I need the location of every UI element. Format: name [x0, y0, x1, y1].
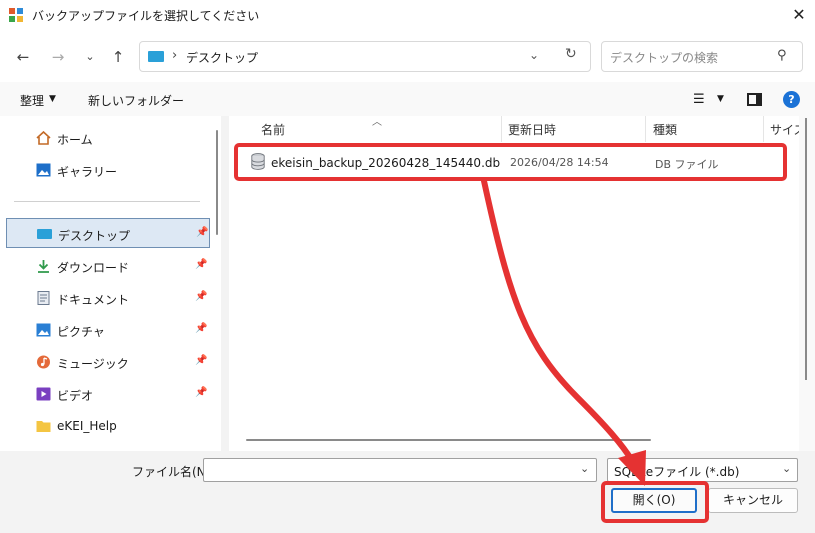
caret-down-icon[interactable]: ▼ [717, 94, 724, 104]
column-header-size[interactable]: サイズ [770, 121, 799, 138]
pin-icon[interactable]: 📌 [195, 259, 207, 270]
nav-item-pictures[interactable]: ピクチャ 📌 [6, 315, 210, 345]
preview-pane-icon[interactable] [747, 93, 762, 106]
back-button[interactable]: ← [12, 46, 34, 68]
nav-item-label: ホーム [57, 133, 93, 147]
close-button[interactable]: ✕ [786, 3, 812, 27]
cancel-button[interactable]: キャンセル [708, 488, 798, 513]
pin-icon[interactable]: 📌 [195, 291, 207, 302]
nav-item-label: ドキュメント [57, 293, 130, 307]
nav-item-label: ミュージック [57, 357, 129, 371]
nav-item-label: ピクチャ [57, 325, 105, 339]
highlight-box-file [234, 143, 787, 181]
desktop-icon [37, 229, 52, 239]
recent-locations-button[interactable]: ⌄ [79, 46, 101, 68]
search-placeholder: デスクトップの検索 [610, 51, 719, 65]
pictures-icon [36, 323, 51, 337]
file-type-filter-value: SQLiteファイル (*.db) [614, 465, 740, 479]
nav-item-label: eKEI_Help [57, 419, 117, 433]
document-icon [37, 291, 50, 305]
forward-button[interactable]: → [47, 46, 69, 68]
chevron-down-icon: ⌄ [85, 50, 95, 63]
refresh-icon[interactable]: ↻ [565, 46, 577, 62]
music-icon [37, 355, 50, 369]
nav-item-videos[interactable]: ビデオ 📌 [6, 379, 210, 409]
nav-item-label: ギャラリー [57, 165, 118, 179]
nav-divider [14, 201, 200, 202]
up-button[interactable]: ↑ [107, 46, 129, 68]
arrow-up-icon: ↑ [111, 48, 125, 66]
arrow-left-icon: ← [16, 48, 30, 66]
chevron-down-icon[interactable]: ⌄ [782, 462, 791, 475]
nav-item-music[interactable]: ミュージック 📌 [6, 347, 210, 377]
nav-item-label: ダウンロード [57, 261, 130, 275]
nav-item-label: デスクトップ [58, 229, 131, 243]
filename-input[interactable] [203, 458, 597, 482]
new-folder-button[interactable]: 新しいフォルダー [88, 92, 184, 109]
home-icon [36, 131, 51, 145]
caret-down-icon[interactable]: ▼ [49, 94, 56, 104]
pin-icon[interactable]: 📌 [196, 227, 208, 238]
nav-item-documents[interactable]: ドキュメント 📌 [6, 283, 210, 313]
view-options-icon[interactable]: ☰ [693, 92, 705, 107]
nav-item-gallery[interactable]: ギャラリー [6, 155, 210, 185]
arrow-right-icon: → [51, 48, 65, 66]
nav-item-label: ビデオ [57, 389, 94, 403]
help-icon[interactable]: ? [783, 91, 800, 108]
app-icon [9, 8, 23, 22]
breadcrumb-desktop[interactable]: デスクトップ [186, 49, 258, 66]
search-icon[interactable]: ⚲ [777, 48, 787, 63]
organize-button[interactable]: 整理 [20, 92, 44, 109]
pin-icon[interactable]: 📌 [195, 355, 207, 366]
vertical-scrollbar[interactable] [805, 118, 807, 380]
column-divider[interactable] [501, 116, 502, 142]
nav-scrollbar[interactable] [216, 130, 218, 235]
pin-icon[interactable]: 📌 [195, 323, 207, 334]
window-title: バックアップファイルを選択してください [32, 9, 260, 23]
horizontal-scrollbar[interactable] [246, 439, 651, 441]
pin-icon[interactable]: 📌 [195, 387, 207, 398]
chevron-down-icon[interactable]: ⌄ [580, 462, 589, 475]
column-header-modified[interactable]: 更新日時 [508, 121, 556, 138]
nav-item-downloads[interactable]: ダウンロード 📌 [6, 251, 210, 281]
nav-item-home[interactable]: ホーム [6, 123, 210, 153]
video-icon [36, 387, 51, 401]
download-icon [38, 260, 49, 273]
desktop-icon [148, 51, 164, 62]
sort-ascending-icon: ︿ [372, 117, 382, 128]
column-header-name[interactable]: 名前 [261, 121, 285, 138]
column-header-type[interactable]: 種類 [653, 121, 677, 138]
column-divider[interactable] [645, 116, 646, 142]
gallery-icon [36, 163, 51, 177]
nav-item-desktop[interactable]: デスクトップ 📌 [6, 218, 210, 248]
column-divider[interactable] [763, 116, 764, 142]
highlight-box-open [601, 481, 709, 523]
breadcrumb-separator: › [172, 48, 178, 63]
chevron-down-icon[interactable]: ⌄ [529, 48, 539, 62]
folder-icon [36, 421, 51, 432]
close-icon: ✕ [792, 5, 806, 24]
nav-item-ekei-help[interactable]: eKEI_Help [6, 411, 210, 441]
